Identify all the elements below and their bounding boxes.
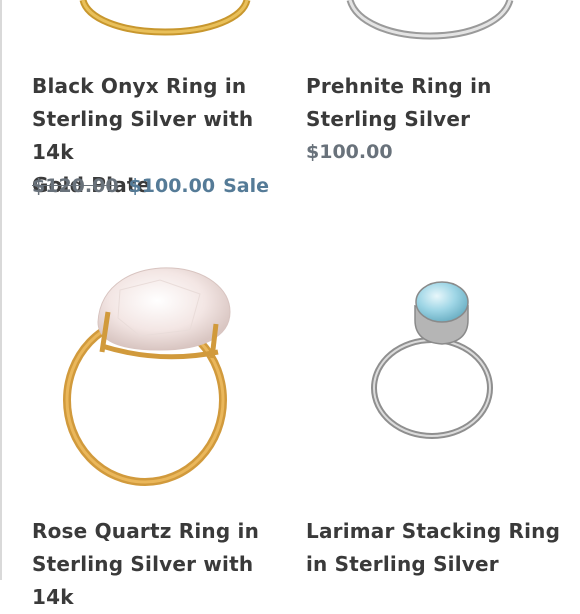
- sale-badge: Sale: [223, 175, 269, 197]
- product-title-line[interactable]: in Sterling Silver: [306, 548, 576, 581]
- sale-price: $100.00: [128, 175, 216, 197]
- product-title-line[interactable]: Sterling Silver with 14k: [32, 548, 290, 614]
- product-title[interactable]: Rose Quartz Ring in Sterling Silver with…: [32, 515, 290, 614]
- compare-at-price: $120.00: [32, 175, 119, 197]
- product-title-line[interactable]: Sterling Silver: [306, 103, 576, 136]
- regular-price: $100.00: [306, 141, 393, 163]
- rose-quartz-ring-image[interactable]: [40, 260, 280, 495]
- product-title-line[interactable]: Black Onyx Ring in: [32, 70, 290, 103]
- gold-ring-image[interactable]: [65, 0, 265, 40]
- product-title-line[interactable]: Larimar Stacking Ring: [306, 515, 576, 548]
- product-title-line[interactable]: Prehnite Ring in: [306, 70, 576, 103]
- product-title[interactable]: Prehnite Ring in Sterling Silver: [306, 70, 576, 136]
- price-row: $100.00: [306, 137, 393, 167]
- product-title[interactable]: Larimar Stacking Ring in Sterling Silver: [306, 515, 576, 581]
- product-card-black-onyx[interactable]: Black Onyx Ring in Sterling Silver with …: [0, 0, 290, 230]
- product-card-prehnite[interactable]: Prehnite Ring in Sterling Silver $100.00: [290, 0, 580, 230]
- product-title-line[interactable]: Sterling Silver with 14k: [32, 103, 290, 169]
- price-row: $120.00 $100.00 Sale: [32, 171, 269, 201]
- product-card-rose-quartz[interactable]: Rose Quartz Ring in Sterling Silver with…: [0, 240, 290, 609]
- product-title-line[interactable]: Rose Quartz Ring in: [32, 515, 290, 548]
- larimar-ring-image[interactable]: [360, 280, 530, 480]
- silver-ring-image[interactable]: [330, 0, 530, 45]
- product-card-larimar[interactable]: Larimar Stacking Ring in Sterling Silver: [290, 240, 580, 580]
